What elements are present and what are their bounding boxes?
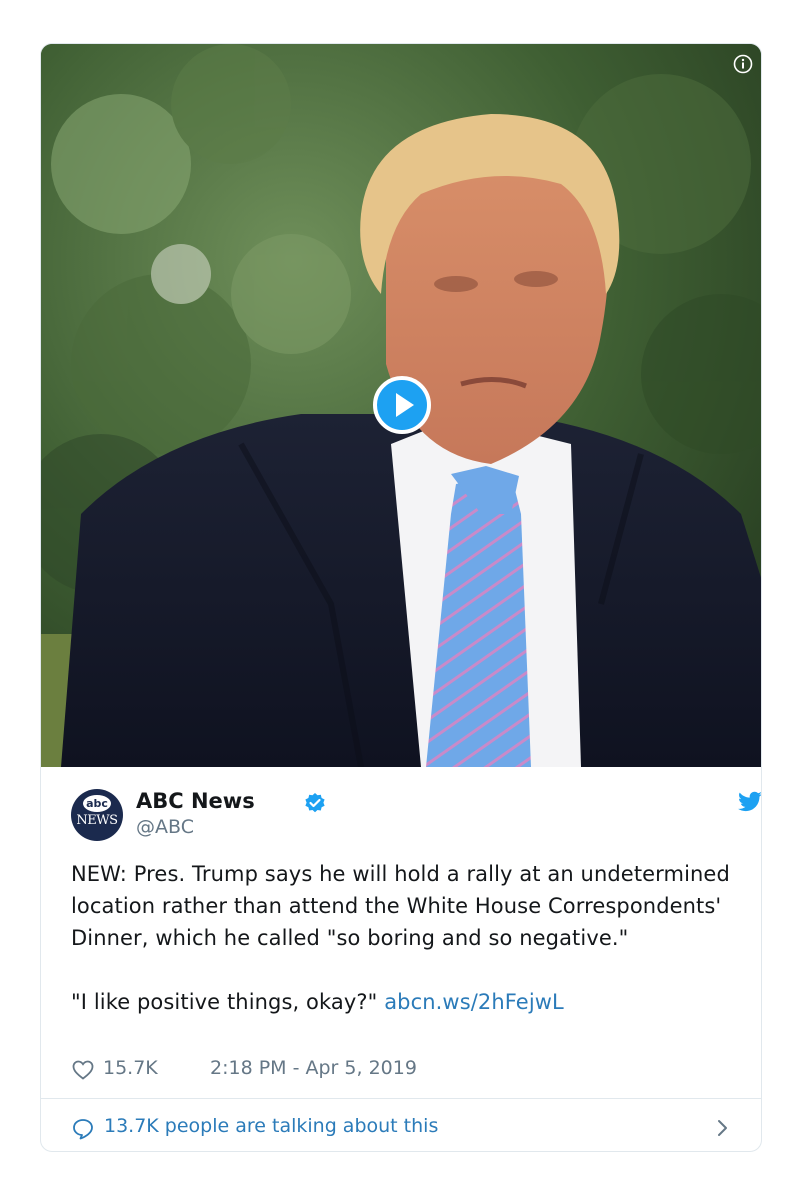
info-icon[interactable] [733, 54, 753, 74]
avatar-abc-text: abc [83, 795, 111, 812]
video-thumbnail[interactable] [41, 44, 761, 767]
tweet-text: NEW: Pres. Trump says he will hold a ral… [71, 858, 731, 1018]
heart-icon[interactable] [71, 1058, 95, 1082]
tweet-header: abc NEWS ABC News @ABC [71, 789, 761, 841]
tweet-card: abc NEWS ABC News @ABC NEW: Pres. Trump … [40, 43, 762, 1152]
avatar[interactable]: abc NEWS [71, 789, 123, 841]
author-handle[interactable]: @ABC [136, 816, 194, 838]
conversation-link[interactable]: 13.7K people are talking about this [71, 1112, 733, 1144]
tweet-paragraph-2: "I like positive things, okay?" abcn.ws/… [71, 986, 731, 1018]
chevron-right-icon [718, 1120, 727, 1136]
tweet-quote: "I like positive things, okay?" [71, 990, 378, 1014]
like-count[interactable]: 15.7K [103, 1057, 158, 1079]
speech-bubble-icon [73, 1119, 93, 1140]
talking-count-label: 13.7K people are talking about this [104, 1115, 439, 1137]
author-name[interactable]: ABC News [136, 789, 255, 813]
twitter-bird-icon[interactable] [737, 789, 762, 815]
tweet-paragraph: NEW: Pres. Trump says he will hold a ral… [71, 862, 730, 950]
tweet-timestamp[interactable]: 2:18 PM - Apr 5, 2019 [210, 1057, 417, 1079]
divider [41, 1098, 761, 1099]
play-icon[interactable] [373, 376, 431, 434]
avatar-news-text: NEWS [76, 813, 118, 828]
verified-badge-icon [305, 793, 325, 813]
tweet-link[interactable]: abcn.ws/2hFejwL [384, 990, 564, 1014]
